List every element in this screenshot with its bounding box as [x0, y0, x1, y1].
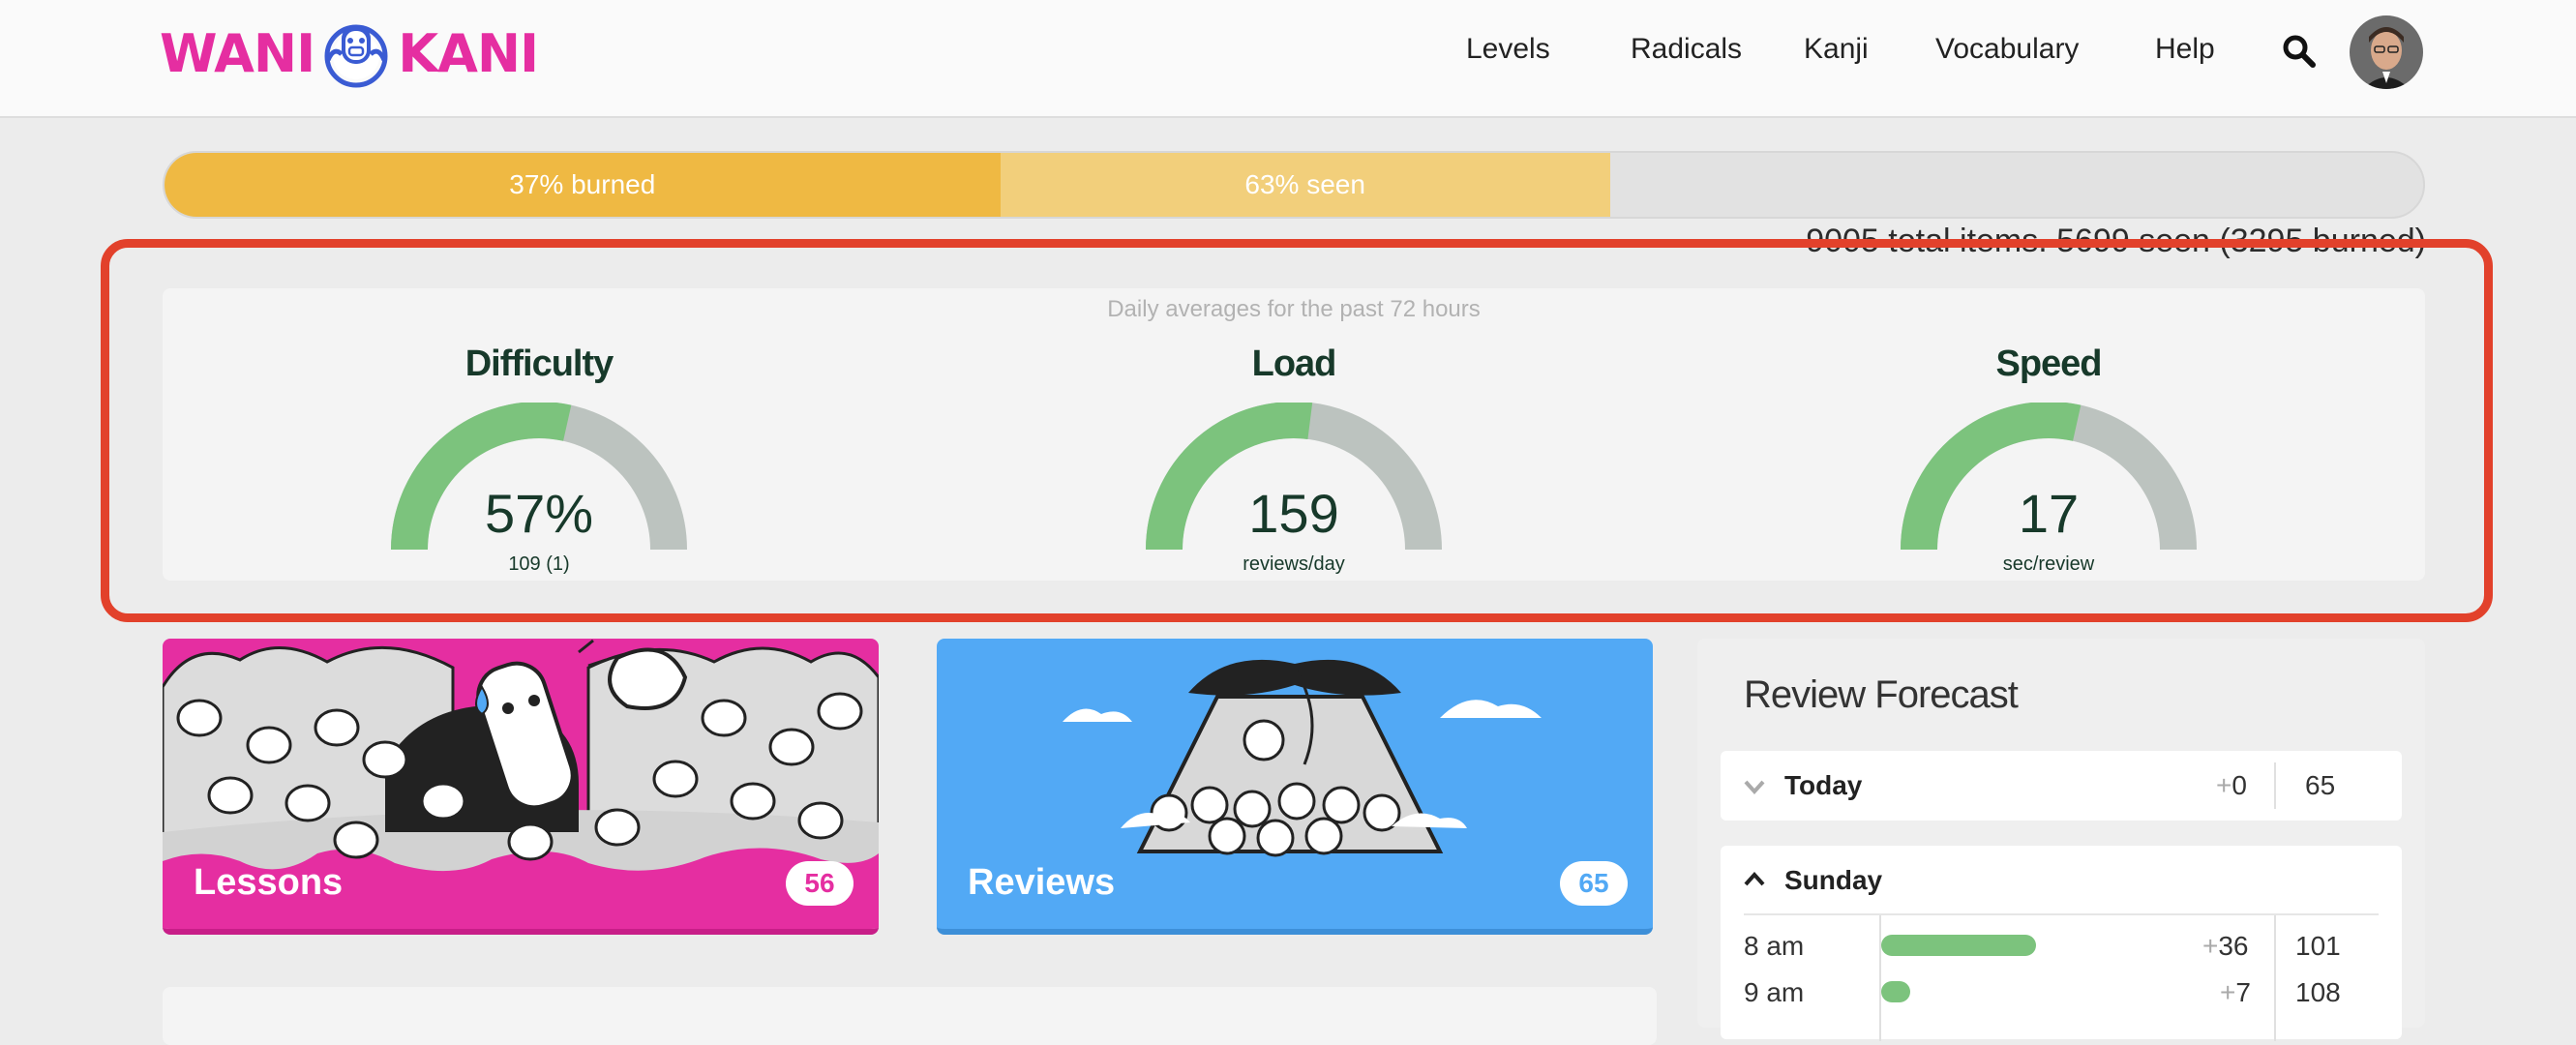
logo-word-left: WANI [160, 22, 315, 84]
nav-vocabulary[interactable]: Vocabulary [1935, 33, 2079, 66]
logo-word-right: KANI [398, 22, 539, 84]
chevron-up-icon [1744, 872, 1765, 886]
nav-radicals[interactable]: Radicals [1631, 33, 1742, 66]
divider [2274, 762, 2276, 809]
review-forecast-panel: Review Forecast Today +0 65 Sunday 8 am … [1697, 639, 2425, 1041]
forecast-hour-plus: +7 [2220, 977, 2251, 1007]
forecast-today-total: 65 [2305, 770, 2336, 800]
forecast-today-row[interactable]: Today +0 65 [1721, 751, 2402, 821]
burned-label: 37% burned [509, 169, 656, 199]
reviews-count-badge: 65 [1560, 861, 1628, 906]
forecast-hour-total: 101 [2295, 931, 2341, 961]
lessons-count-badge: 56 [786, 861, 854, 906]
chevron-down-icon [1744, 780, 1765, 794]
top-navbar: WANI KANI Levels Radicals Kanji Vocabula… [0, 0, 2576, 118]
forecast-today-plus-value: 0 [2232, 770, 2247, 800]
forecast-hour-plus: +36 [2202, 931, 2249, 961]
nav-help[interactable]: Help [2155, 33, 2215, 66]
forecast-bar [1881, 981, 1911, 1002]
items-progress-bar: 37% burned 63% seen [163, 151, 2425, 219]
hour-divider [1879, 915, 1881, 1041]
user-avatar-icon [2350, 15, 2423, 89]
search-icon[interactable] [2280, 32, 2319, 71]
forecast-today-plus: +0 [2216, 770, 2247, 800]
forecast-hour-plus-value: 7 [2235, 977, 2251, 1007]
reviews-card[interactable]: Reviews 65 [937, 639, 1653, 935]
bottom-content-panel [163, 987, 1657, 1045]
sunday-header-divider [1744, 913, 2379, 915]
forecast-day-today: Today [1784, 770, 1863, 800]
wanikani-logo[interactable]: WANI KANI [160, 19, 539, 88]
forecast-title: Review Forecast [1744, 673, 2019, 716]
user-avatar[interactable] [2350, 15, 2423, 89]
forecast-hour-plus-value: 36 [2218, 931, 2249, 961]
crabigator-logo-icon [324, 24, 388, 88]
seen-segment: 63% seen [1000, 153, 1610, 217]
forecast-sunday-row[interactable]: Sunday 8 am +36 101 9 am +7 108 [1721, 846, 2402, 1041]
forecast-day-sunday: Sunday [1784, 865, 1883, 895]
total-divider [2274, 915, 2276, 1041]
lessons-card[interactable]: Lessons 56 [163, 639, 879, 935]
seen-label: 63% seen [1244, 169, 1365, 199]
nav-levels[interactable]: Levels [1466, 33, 1550, 66]
reviews-label: Reviews [968, 862, 1116, 903]
nav-kanji[interactable]: Kanji [1804, 33, 1869, 66]
forecast-bar [1881, 935, 2036, 956]
forecast-hour: 9 am [1744, 977, 1805, 1007]
highlight-annotation-box [101, 239, 2493, 622]
burned-segment: 37% burned [165, 153, 1001, 217]
forecast-hour-total: 108 [2295, 977, 2341, 1007]
lessons-label: Lessons [194, 862, 344, 903]
forecast-hour: 8 am [1744, 931, 1805, 961]
